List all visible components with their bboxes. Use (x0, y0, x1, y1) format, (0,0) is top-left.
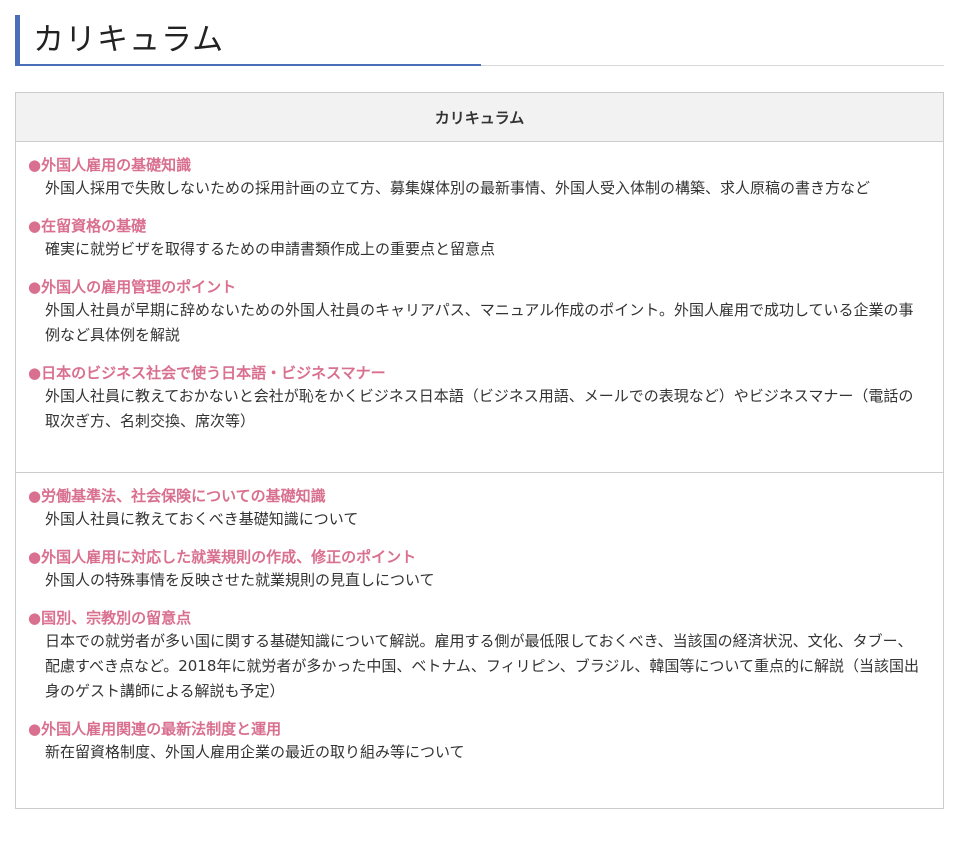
curriculum-item-description: 外国人の特殊事情を反映させた就業規則の見直しについて (45, 571, 435, 589)
curriculum-item: ●外国人雇用関連の最新法制度と運用 新在留資格制度、外国人雇用企業の最近の取り組… (28, 718, 923, 765)
table-header: カリキュラム (16, 93, 943, 142)
curriculum-page: カリキュラム カリキュラム ●外国人雇用の基礎知識 外国人採用で失敗しないための… (0, 0, 960, 860)
curriculum-item: ●労働基準法、社会保険についての基礎知識 外国人社員に教えておくべき基礎知識につ… (28, 485, 923, 532)
curriculum-item-title: ●労働基準法、社会保険についての基礎知識 (28, 487, 326, 505)
curriculum-item-description: 外国人社員に教えておかないと会社が恥をかくビジネス日本語（ビジネス用語、メールで… (45, 387, 914, 430)
curriculum-table: カリキュラム ●外国人雇用の基礎知識 外国人採用で失敗しないための採用計画の立て… (15, 92, 944, 809)
curriculum-item-description: 確実に就労ビザを取得するための申請書類作成上の重要点と留意点 (45, 240, 496, 258)
curriculum-item-description: 外国人社員に教えておくべき基礎知識について (45, 510, 359, 528)
curriculum-item-title: ●外国人の雇用管理のポイント (28, 278, 237, 296)
curriculum-item-title: ●日本のビジネス社会で使う日本語・ビジネスマナー (28, 364, 386, 382)
curriculum-item-title: ●在留資格の基礎 (28, 217, 147, 235)
curriculum-item: ●日本のビジネス社会で使う日本語・ビジネスマナー 外国人社員に教えておかないと会… (28, 362, 923, 434)
section-heading: カリキュラム (15, 15, 944, 66)
curriculum-item-description: 日本での就労者が多い国に関する基礎知識について解説。雇用する側が最低限しておくべ… (45, 632, 919, 700)
heading-underline-accent (15, 64, 481, 66)
curriculum-section-1: ●外国人雇用の基礎知識 外国人採用で失敗しないための採用計画の立て方、募集媒体別… (16, 142, 943, 472)
curriculum-item: ●外国人雇用に対応した就業規則の作成、修正のポイント 外国人の特殊事情を反映させ… (28, 546, 923, 593)
curriculum-item-description: 外国人社員が早期に辞めないための外国人社員のキャリアパス、マニュアル作成のポイン… (45, 301, 914, 344)
curriculum-section-2: ●労働基準法、社会保険についての基礎知識 外国人社員に教えておくべき基礎知識につ… (16, 472, 943, 808)
curriculum-item-description: 外国人採用で失敗しないための採用計画の立て方、募集媒体別の最新事情、外国人受入体… (45, 179, 871, 197)
curriculum-item: ●在留資格の基礎 確実に就労ビザを取得するための申請書類作成上の重要点と留意点 (28, 215, 923, 262)
curriculum-item-title: ●外国人雇用に対応した就業規則の作成、修正のポイント (28, 548, 417, 566)
heading-accent-bar (15, 15, 20, 65)
curriculum-item-title: ●外国人雇用の基礎知識 (28, 156, 192, 174)
curriculum-item-title: ●国別、宗教別の留意点 (28, 609, 192, 627)
curriculum-item: ●外国人雇用の基礎知識 外国人採用で失敗しないための採用計画の立て方、募集媒体別… (28, 154, 923, 201)
curriculum-item-description: 新在留資格制度、外国人雇用企業の最近の取り組み等について (45, 743, 465, 761)
curriculum-item: ●外国人の雇用管理のポイント 外国人社員が早期に辞めないための外国人社員のキャリ… (28, 276, 923, 348)
page-title: カリキュラム (33, 22, 225, 58)
curriculum-item: ●国別、宗教別の留意点 日本での就労者が多い国に関する基礎知識について解説。雇用… (28, 607, 923, 704)
curriculum-item-title: ●外国人雇用関連の最新法制度と運用 (28, 720, 282, 738)
